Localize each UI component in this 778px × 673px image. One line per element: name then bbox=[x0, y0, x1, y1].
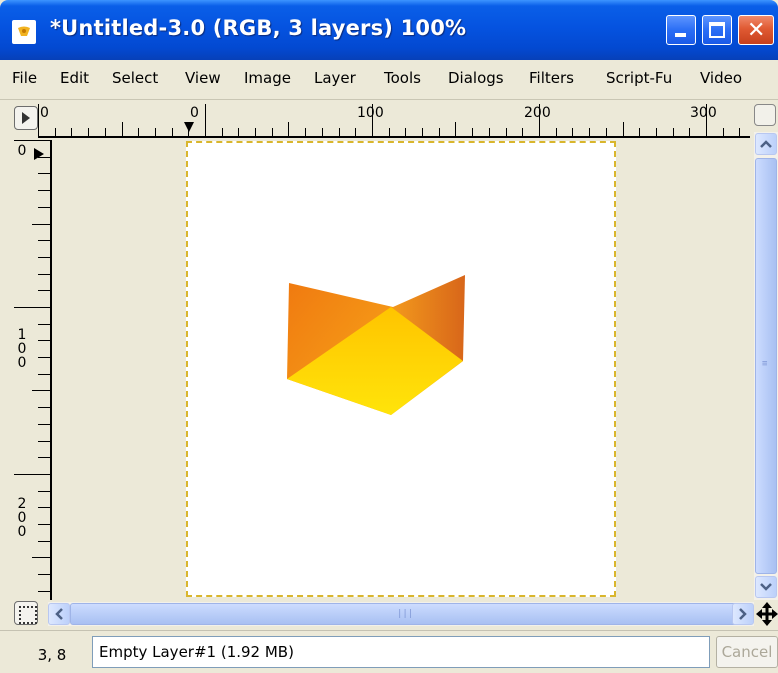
scroll-down-button[interactable] bbox=[755, 576, 777, 598]
pointer-position-marker bbox=[184, 122, 194, 132]
scroll-right-button[interactable] bbox=[732, 603, 754, 625]
pointer-coordinates: 3, 8 bbox=[37, 646, 67, 664]
close-button[interactable]: ✕ bbox=[738, 15, 774, 45]
chevron-left-icon bbox=[55, 608, 63, 620]
ruler-label: 300 bbox=[690, 105, 717, 121]
minimize-icon bbox=[675, 33, 686, 37]
menu-filters[interactable]: Filters bbox=[529, 69, 574, 87]
chevron-up-icon bbox=[760, 140, 772, 148]
horizontal-ruler: 0 0 100 200 300 bbox=[38, 104, 750, 138]
horizontal-ruler-ticks bbox=[38, 104, 740, 138]
window-title: *Untitled-3.0 (RGB, 3 layers) 100% bbox=[50, 16, 467, 40]
status-bar: 3, 8 Empty Layer#1 (1.92 MB) Cancel bbox=[0, 630, 778, 673]
menu-select[interactable]: Select bbox=[112, 69, 158, 87]
gimp-wilber-icon[interactable] bbox=[12, 20, 36, 44]
menu-file[interactable]: File bbox=[12, 69, 37, 87]
menu-layer[interactable]: Layer bbox=[314, 69, 356, 87]
ruler-end-button[interactable] bbox=[754, 104, 776, 126]
quick-mask-toggle-button[interactable] bbox=[14, 106, 38, 130]
menu-view[interactable]: View bbox=[185, 69, 221, 87]
ruler-label: 0 bbox=[40, 105, 49, 121]
minimize-button[interactable] bbox=[666, 15, 696, 45]
menu-video[interactable]: Video bbox=[700, 69, 742, 87]
title-bar[interactable]: *Untitled-3.0 (RGB, 3 layers) 100% ✕ bbox=[0, 0, 778, 60]
ruler-label: 100 bbox=[17, 327, 27, 371]
chevron-right-icon bbox=[739, 608, 747, 620]
menu-bar: File Edit Select View Image Layer Tools … bbox=[0, 60, 778, 100]
menu-dialogs[interactable]: Dialogs bbox=[448, 69, 504, 87]
vertical-scroll-thumb[interactable]: ≡ bbox=[755, 158, 777, 574]
vertical-scrollbar[interactable]: ≡ bbox=[754, 132, 778, 600]
grip-icon: ≡ bbox=[762, 359, 768, 369]
horizontal-scroll-thumb[interactable]: ||| bbox=[70, 603, 738, 625]
move-arrows-icon[interactable] bbox=[756, 602, 778, 626]
menu-script-fu[interactable]: Script-Fu bbox=[606, 69, 672, 87]
chevron-down-icon bbox=[760, 583, 772, 591]
navigate-button[interactable] bbox=[14, 601, 38, 625]
ruler-label: 200 bbox=[17, 496, 27, 540]
pointer-position-marker bbox=[34, 148, 44, 160]
ruler-label: 200 bbox=[524, 105, 551, 121]
maximize-icon bbox=[709, 22, 725, 38]
menu-tools[interactable]: Tools bbox=[384, 69, 421, 87]
grip-icon: ||| bbox=[397, 609, 414, 619]
maximize-button[interactable] bbox=[702, 15, 732, 45]
scroll-left-button[interactable] bbox=[48, 603, 70, 625]
menu-image[interactable]: Image bbox=[244, 69, 291, 87]
ruler-label: 100 bbox=[357, 105, 384, 121]
ruler-label: 0 bbox=[17, 143, 27, 159]
layer-info-label: Empty Layer#1 (1.92 MB) bbox=[92, 636, 710, 668]
cancel-button[interactable]: Cancel bbox=[716, 636, 778, 668]
close-icon: ✕ bbox=[747, 18, 766, 43]
gradient-shape bbox=[287, 275, 465, 415]
menu-edit[interactable]: Edit bbox=[60, 69, 89, 87]
horizontal-scrollbar[interactable]: ||| bbox=[48, 602, 754, 626]
scroll-up-button[interactable] bbox=[755, 133, 777, 155]
ruler-label: 0 bbox=[190, 105, 199, 121]
vertical-ruler: 0 100 200 bbox=[14, 140, 52, 600]
